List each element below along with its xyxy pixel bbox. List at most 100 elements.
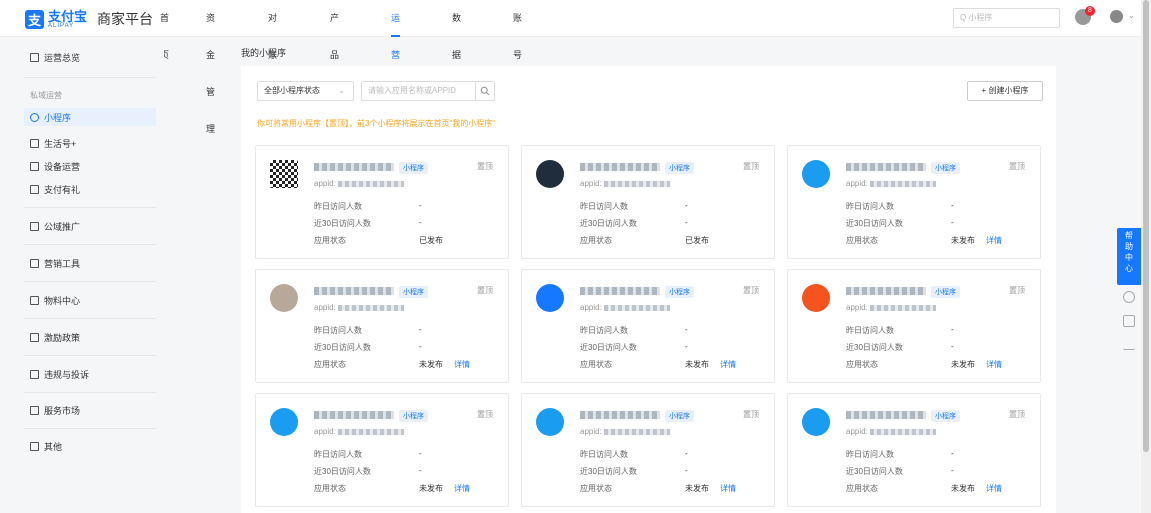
appid-value-blurred <box>338 181 404 187</box>
other-icon <box>30 441 39 451</box>
miniapp-card[interactable]: 小程序 置顶 appid: 昨日访问人数 - 近30日访问人数 - 应用状态 未发布 详情 <box>787 269 1041 383</box>
appid-value-blurred <box>870 181 936 187</box>
miniapp-tag: 小程序 <box>931 410 960 422</box>
sidebar-item-complaints[interactable]: 违规与投诉 <box>30 365 89 383</box>
search-app-icon <box>536 160 564 188</box>
detail-link[interactable]: 详情 <box>720 359 736 370</box>
last30-visitors-label: 近30日访问人数 <box>846 467 903 476</box>
pin-button[interactable]: 置顶 <box>743 409 759 420</box>
sidebar-item-marketing[interactable]: 营销工具 <box>30 254 80 272</box>
app-status-label: 应用状态 <box>314 236 346 245</box>
yesterday-visitors-label: 昨日访问人数 <box>314 202 362 211</box>
nav-operations[interactable]: 运营中心 <box>391 0 401 134</box>
miniapp-card[interactable]: 小程序 置顶 appid: 昨日访问人数 - 近30日访问人数 - 应用状态 未发布 详情 <box>521 269 775 383</box>
app-status-label: 应用状态 <box>580 360 612 369</box>
help-center-button[interactable]: 帮 助 中 心 <box>1117 228 1141 285</box>
complaint-icon <box>30 369 39 379</box>
nav-reconcile[interactable]: 对账中心 <box>268 0 277 134</box>
sidebar-item-device[interactable]: 设备运营 <box>30 157 80 175</box>
last30-visitors-label: 近30日访问人数 <box>846 343 903 352</box>
pin-button[interactable]: 置顶 <box>743 285 759 296</box>
scrollbar-thumb[interactable] <box>1143 0 1149 452</box>
cube-app-icon <box>802 408 830 436</box>
pin-button[interactable]: 置顶 <box>477 161 493 172</box>
miniapp-tag: 小程序 <box>665 286 694 298</box>
app-status-value: 未发布 <box>951 236 975 245</box>
sidebar-item-label: 激励政策 <box>44 332 81 343</box>
detail-link[interactable]: 详情 <box>986 483 1002 494</box>
status-filter-select[interactable]: 全部小程序状态 ⌄ <box>257 81 354 101</box>
nav-account[interactable]: 账号中心 <box>513 0 522 134</box>
pin-button[interactable]: 置顶 <box>1009 409 1025 420</box>
app-status-label: 应用状态 <box>846 236 878 245</box>
edit-icon[interactable] <box>1123 338 1135 350</box>
sidebar-item-other[interactable]: 其他 <box>30 437 62 455</box>
sidebar-item-label: 支付有礼 <box>44 184 81 195</box>
yesterday-visitors-value: - <box>685 201 688 210</box>
app-name-blurred <box>314 411 394 419</box>
last30-visitors-value: - <box>419 466 422 475</box>
detail-link[interactable]: 详情 <box>986 235 1002 246</box>
last30-visitors-label: 近30日访问人数 <box>314 219 371 228</box>
new-icon[interactable] <box>1123 315 1135 327</box>
top-search-input[interactable]: Q 小程序 <box>953 8 1060 28</box>
detail-link[interactable]: 详情 <box>454 359 470 370</box>
detail-link[interactable]: 详情 <box>720 483 736 494</box>
chevron-down-icon[interactable]: ⌄ <box>1128 11 1135 20</box>
pin-button[interactable]: 置顶 <box>743 161 759 172</box>
miniapp-card[interactable]: 小程序 置顶 appid: 昨日访问人数 - 近30日访问人数 - 应用状态 已发布 <box>255 145 509 259</box>
help-char: 帮 <box>1125 231 1133 240</box>
avatar[interactable] <box>1110 10 1123 23</box>
detail-link[interactable]: 详情 <box>454 483 470 494</box>
sidebar-divider <box>24 244 156 245</box>
search-button[interactable] <box>475 81 495 101</box>
app-status-label: 应用状态 <box>580 236 612 245</box>
app-status-value: 未发布 <box>951 484 975 493</box>
miniapp-card[interactable]: 小程序 置顶 appid: 昨日访问人数 - 近30日访问人数 - 应用状态 未发布 详情 <box>255 393 509 507</box>
nav-funds[interactable]: 资金管理 <box>206 0 215 134</box>
miniapp-card[interactable]: 小程序 置顶 appid: 昨日访问人数 - 近30日访问人数 - 应用状态 未发布 详情 <box>521 393 775 507</box>
sidebar-item-market[interactable]: 服务市场 <box>30 401 80 419</box>
sidebar-divider <box>24 207 156 208</box>
app-status-label: 应用状态 <box>846 360 878 369</box>
sidebar-item-label: 物料中心 <box>44 295 81 306</box>
miniapp-tag: 小程序 <box>931 286 960 298</box>
app-status-value: 已发布 <box>419 236 443 245</box>
app-name-blurred <box>580 287 660 295</box>
sidebar-item-incentives[interactable]: 激励政策 <box>30 328 80 346</box>
pin-button[interactable]: 置顶 <box>477 409 493 420</box>
sidebar-item-materials[interactable]: 物料中心 <box>30 291 80 309</box>
miniapp-tag: 小程序 <box>665 410 694 422</box>
app-status-value: 未发布 <box>419 360 443 369</box>
pin-button[interactable]: 置顶 <box>1009 285 1025 296</box>
nav-data[interactable]: 数据中心 <box>452 0 461 134</box>
sidebar-item-overview[interactable]: 运营总览 <box>30 48 80 66</box>
alipay-logo[interactable]: 支 支付宝 ALIPAY 商家平台 <box>25 9 153 29</box>
miniapp-card[interactable]: 小程序 置顶 appid: 昨日访问人数 - 近30日访问人数 - 应用状态 未发布 详情 <box>787 145 1041 259</box>
appid-value-blurred <box>604 181 670 187</box>
create-miniapp-button[interactable]: + 创建小程序 <box>967 81 1043 101</box>
yesterday-visitors-value: - <box>419 201 422 210</box>
pin-button[interactable]: 置顶 <box>1009 161 1025 172</box>
detail-link[interactable]: 详情 <box>986 359 1002 370</box>
help-char: 中 <box>1125 253 1133 262</box>
appid-label: appid: <box>314 303 336 312</box>
miniapp-card[interactable]: 小程序 置顶 appid: 昨日访问人数 - 近30日访问人数 - 应用状态 未发布 详情 <box>787 393 1041 507</box>
sidebar-item-public-promo[interactable]: 公域推广 <box>30 217 80 235</box>
pin-button[interactable]: 置顶 <box>477 285 493 296</box>
miniapp-card[interactable]: 小程序 置顶 appid: 昨日访问人数 - 近30日访问人数 - 应用状态 未发布 详情 <box>255 269 509 383</box>
sidebar-item-miniapp[interactable]: 小程序 <box>24 108 156 126</box>
nav-products[interactable]: 产品中心 <box>330 0 339 134</box>
tools-app-icon <box>536 284 564 312</box>
sidebar-item-gift[interactable]: 支付有礼 <box>30 180 80 198</box>
refresh-icon[interactable] <box>1123 291 1135 303</box>
miniapp-tag: 小程序 <box>665 162 694 174</box>
miniapp-card[interactable]: 小程序 置顶 appid: 昨日访问人数 - 近30日访问人数 - 应用状态 已发布 <box>521 145 775 259</box>
nav-home[interactable]: 首页 <box>160 0 169 60</box>
app-search-input[interactable]: 请输入应用名称或APPID <box>361 81 476 101</box>
last30-visitors-label: 近30日访问人数 <box>314 343 371 352</box>
app-status-value: 未发布 <box>951 360 975 369</box>
photo-app-icon <box>270 284 298 312</box>
sidebar-item-life[interactable]: 生活号+ <box>30 134 76 152</box>
yesterday-visitors-label: 昨日访问人数 <box>846 450 894 459</box>
